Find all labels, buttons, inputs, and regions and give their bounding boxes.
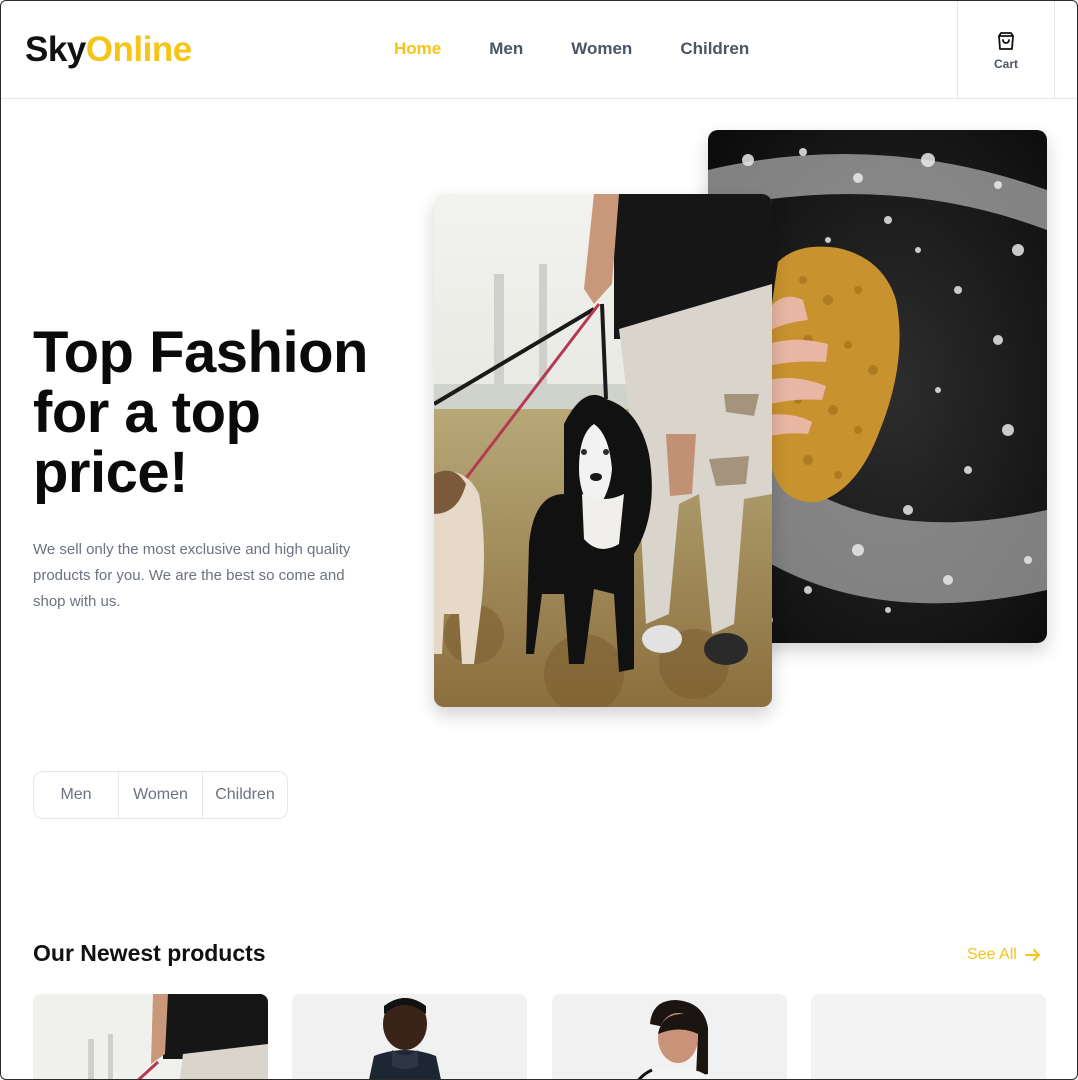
cart-label: Cart	[993, 57, 1018, 71]
product-card[interactable]	[552, 994, 787, 1079]
see-all-link[interactable]: See All	[967, 945, 1043, 965]
brand-logo-part1: Sky	[25, 30, 86, 69]
nav-home[interactable]: Home	[394, 39, 441, 59]
cart-button[interactable]: Cart	[957, 1, 1055, 99]
arrow-right-icon	[1024, 949, 1040, 961]
tab-children[interactable]: Children	[203, 772, 287, 818]
product-card[interactable]	[811, 994, 1046, 1079]
product-card[interactable]	[33, 994, 268, 1079]
main-nav: Home Men Women Children	[394, 39, 749, 59]
nav-men[interactable]: Men	[489, 39, 523, 59]
product-image	[811, 994, 1046, 1079]
hero-description: We sell only the most exclusive and high…	[33, 541, 351, 610]
brand-logo-part2: Online	[85, 30, 192, 69]
tab-men[interactable]: Men	[34, 772, 119, 818]
product-image	[552, 994, 787, 1079]
brand-logo[interactable]: SkyOnline	[25, 30, 192, 70]
hero-title: Top Fashion for a top price!	[33, 320, 368, 505]
product-card[interactable]	[292, 994, 527, 1079]
nav-children[interactable]: Children	[680, 39, 749, 59]
see-all-label: See All	[967, 946, 1017, 963]
page-frame: SkyOnline Home Men Women Children Cart T…	[0, 0, 1078, 1080]
category-tabs: Men Women Children	[33, 771, 288, 819]
hero-image-dog-walk	[434, 194, 772, 707]
shopping-bag-icon	[998, 32, 1014, 50]
newest-products-title: Our Newest products	[33, 940, 266, 966]
nav-women[interactable]: Women	[571, 39, 632, 59]
product-image	[292, 994, 527, 1079]
product-image	[33, 994, 268, 1079]
site-header: SkyOnline Home Men Women Children Cart	[1, 1, 1077, 99]
tab-women[interactable]: Women	[119, 772, 203, 818]
